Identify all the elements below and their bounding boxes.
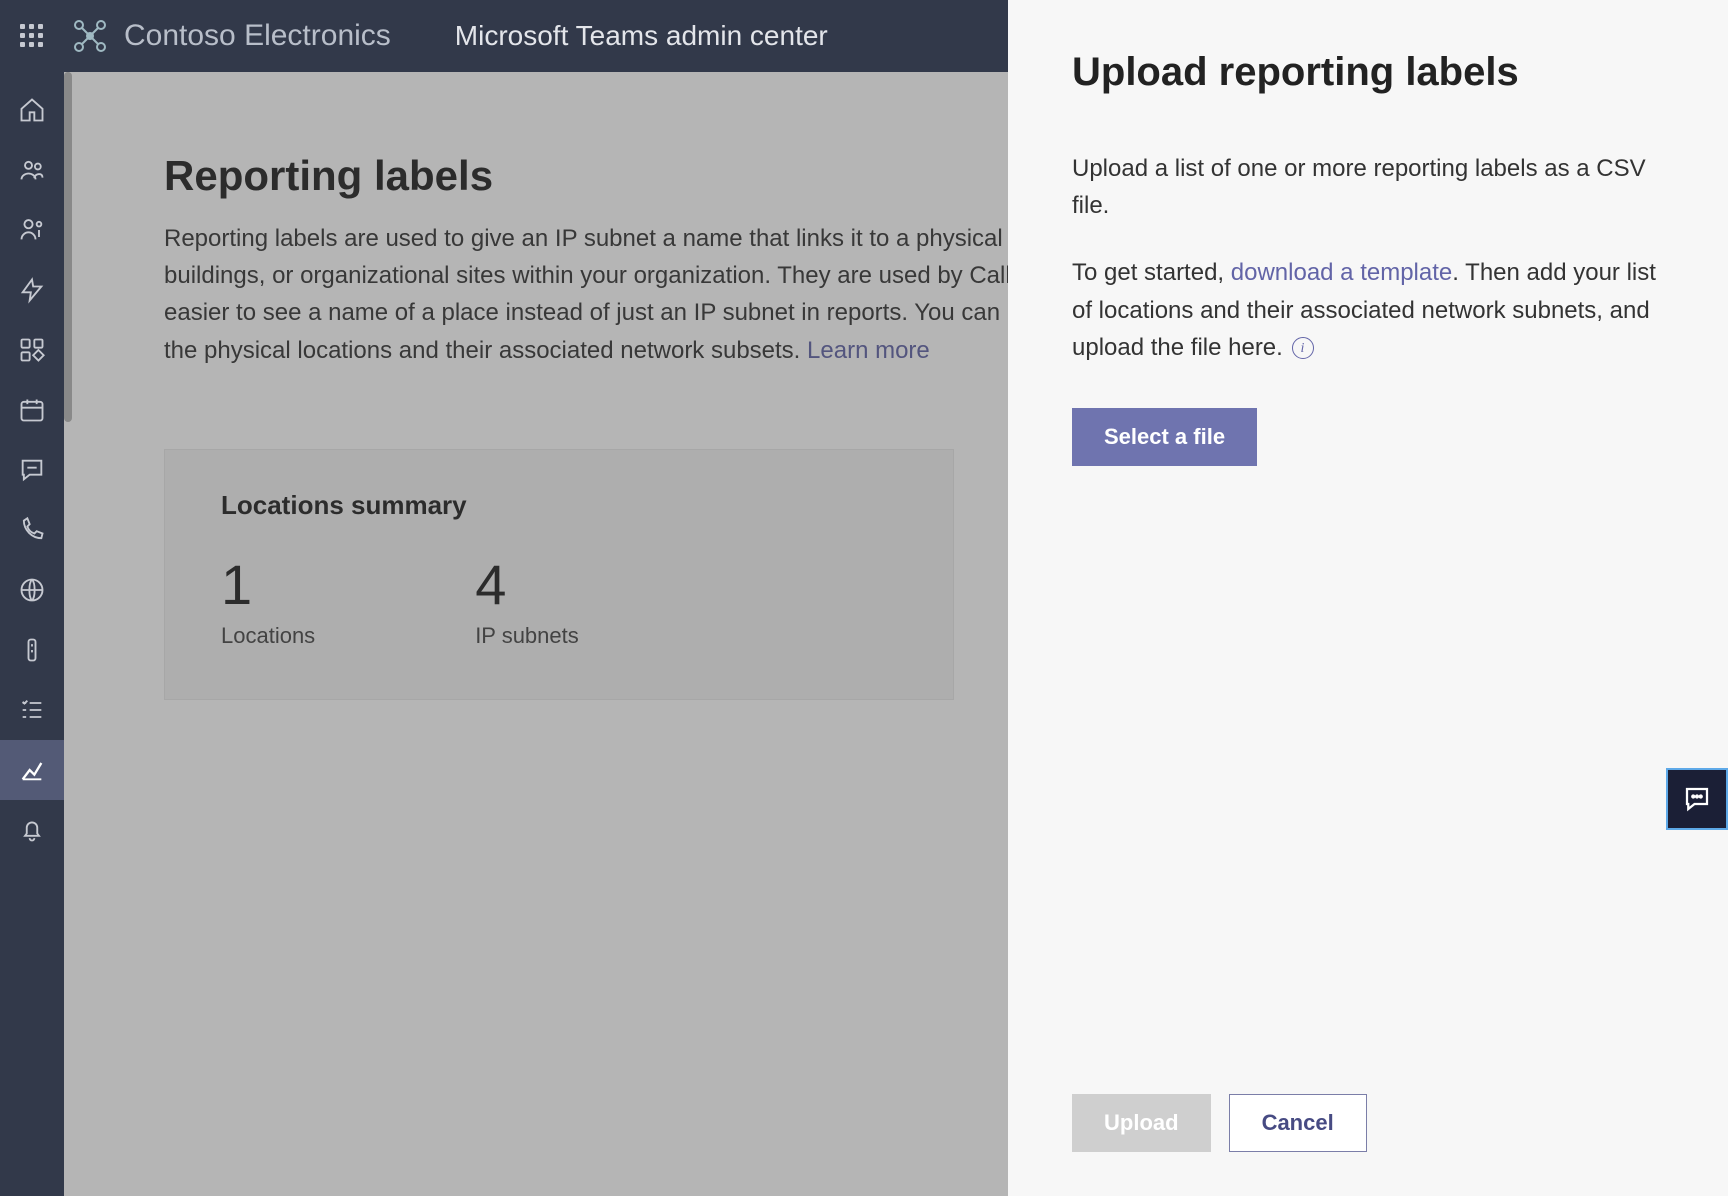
cancel-button[interactable]: Cancel bbox=[1229, 1094, 1367, 1152]
nav-analytics[interactable] bbox=[0, 740, 64, 800]
upload-button: Upload bbox=[1072, 1094, 1211, 1152]
panel-text-prefix: To get started, bbox=[1072, 259, 1231, 286]
nav-teams[interactable] bbox=[0, 140, 64, 200]
feedback-button[interactable] bbox=[1666, 768, 1728, 830]
drone-logo-icon bbox=[72, 18, 108, 54]
chat-icon bbox=[1682, 784, 1712, 814]
nav-meetings[interactable] bbox=[0, 380, 64, 440]
left-nav bbox=[0, 72, 64, 1196]
nav-home[interactable] bbox=[0, 80, 64, 140]
upload-panel: Upload reporting labels Upload a list of… bbox=[1008, 0, 1728, 1196]
nav-notifications[interactable] bbox=[0, 800, 64, 860]
app-name: Microsoft Teams admin center bbox=[455, 20, 828, 52]
info-icon[interactable]: i bbox=[1292, 337, 1314, 359]
nav-policy[interactable] bbox=[0, 620, 64, 680]
nav-messaging[interactable] bbox=[0, 440, 64, 500]
panel-paragraph-2: To get started, download a template. The… bbox=[1072, 254, 1664, 366]
nav-apps[interactable] bbox=[0, 320, 64, 380]
nav-locations[interactable] bbox=[0, 560, 64, 620]
org-name: Contoso Electronics bbox=[124, 19, 391, 53]
panel-title: Upload reporting labels bbox=[1072, 50, 1664, 95]
org-brand[interactable]: Contoso Electronics bbox=[72, 18, 391, 54]
app-launcher-icon[interactable] bbox=[20, 24, 44, 48]
nav-users[interactable] bbox=[0, 200, 64, 260]
nav-voice[interactable] bbox=[0, 500, 64, 560]
download-template-link[interactable]: download a template bbox=[1231, 259, 1452, 286]
panel-paragraph-1: Upload a list of one or more reporting l… bbox=[1072, 150, 1664, 224]
select-file-button[interactable]: Select a file bbox=[1072, 408, 1257, 466]
nav-devices[interactable] bbox=[0, 260, 64, 320]
nav-planning[interactable] bbox=[0, 680, 64, 740]
